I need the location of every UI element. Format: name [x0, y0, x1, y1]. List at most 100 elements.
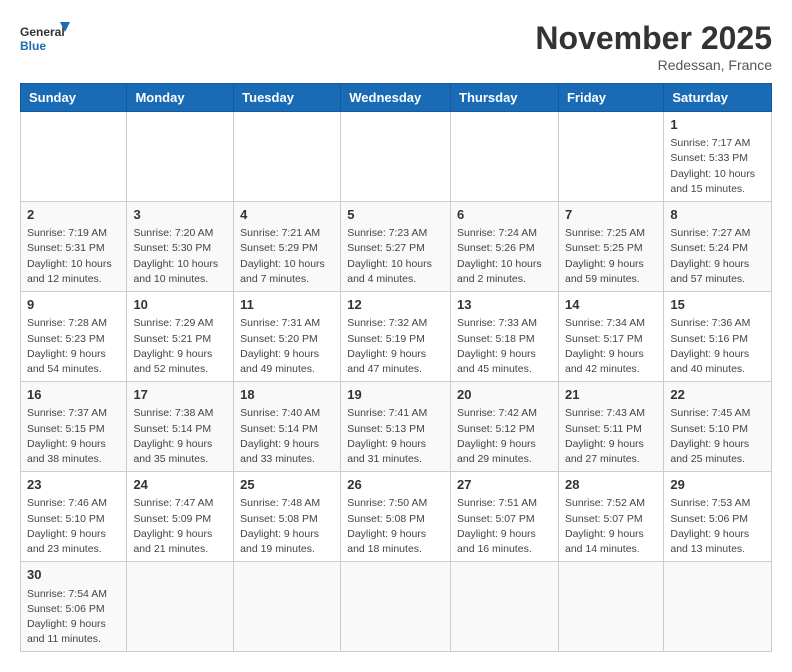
calendar-cell — [127, 112, 234, 202]
calendar-cell: 1Sunrise: 7:17 AM Sunset: 5:33 PM Daylig… — [664, 112, 772, 202]
day-number: 4 — [240, 206, 334, 224]
day-number: 11 — [240, 296, 334, 314]
calendar-cell: 29 Sunrise: 7:53 AM Sunset: 5:06 PM Dayli… — [664, 472, 772, 562]
day-number: 25 — [240, 476, 334, 494]
week-row-5: 23 Sunrise: 7:46 AM Sunset: 5:10 PM Dayli… — [21, 472, 772, 562]
day-info: Sunrise: 7:36 AM Sunset: 5:16 PM Dayligh… — [670, 316, 765, 377]
day-info: Sunrise: 7:25 AM Sunset: 5:25 PM Dayligh… — [565, 226, 657, 287]
day-info: Sunrise: 7:33 AM Sunset: 5:18 PM Dayligh… — [457, 316, 552, 377]
day-info: Sunrise: 7:31 AM Sunset: 5:20 PM Dayligh… — [240, 316, 334, 377]
week-row-1: 1Sunrise: 7:17 AM Sunset: 5:33 PM Daylig… — [21, 112, 772, 202]
calendar-cell: 11 Sunrise: 7:31 AM Sunset: 5:20 PM Dayli… — [234, 292, 341, 382]
day-info: Sunrise: 7:42 AM Sunset: 5:12 PM Dayligh… — [457, 406, 552, 467]
day-number: 27 — [457, 476, 552, 494]
location: Redessan, France — [535, 57, 772, 73]
calendar-cell: 5Sunrise: 7:23 AM Sunset: 5:27 PM Daylig… — [341, 202, 451, 292]
day-info: Sunrise: 7:48 AM Sunset: 5:08 PM Dayligh… — [240, 496, 334, 557]
page-header: General Blue November 2025 Redessan, Fra… — [20, 20, 772, 73]
day-info: Sunrise: 7:24 AM Sunset: 5:26 PM Dayligh… — [457, 226, 552, 287]
calendar-cell — [451, 562, 559, 652]
week-row-3: 9 Sunrise: 7:28 AM Sunset: 5:23 PM Daylig… — [21, 292, 772, 382]
calendar-cell: 25 Sunrise: 7:48 AM Sunset: 5:08 PM Dayli… — [234, 472, 341, 562]
svg-text:General: General — [20, 25, 65, 39]
day-number: 1 — [670, 116, 765, 134]
weekday-header-monday: Monday — [127, 84, 234, 112]
calendar-cell: 24Sunrise: 7:47 AM Sunset: 5:09 PM Dayli… — [127, 472, 234, 562]
calendar-cell: 17Sunrise: 7:38 AM Sunset: 5:14 PM Dayli… — [127, 382, 234, 472]
calendar-cell: 23 Sunrise: 7:46 AM Sunset: 5:10 PM Dayli… — [21, 472, 127, 562]
calendar-cell: 22Sunrise: 7:45 AM Sunset: 5:10 PM Dayli… — [664, 382, 772, 472]
calendar-cell: 21 Sunrise: 7:43 AM Sunset: 5:11 PM Dayli… — [558, 382, 663, 472]
calendar-table: SundayMondayTuesdayWednesdayThursdayFrid… — [20, 83, 772, 652]
weekday-header-friday: Friday — [558, 84, 663, 112]
month-title: November 2025 — [535, 20, 772, 57]
day-number: 17 — [133, 386, 227, 404]
calendar-cell: 19 Sunrise: 7:41 AM Sunset: 5:13 PM Dayli… — [341, 382, 451, 472]
calendar-cell: 27 Sunrise: 7:51 AM Sunset: 5:07 PM Dayli… — [451, 472, 559, 562]
calendar-cell: 14Sunrise: 7:34 AM Sunset: 5:17 PM Dayli… — [558, 292, 663, 382]
weekday-header-wednesday: Wednesday — [341, 84, 451, 112]
day-info: Sunrise: 7:40 AM Sunset: 5:14 PM Dayligh… — [240, 406, 334, 467]
week-row-2: 2Sunrise: 7:19 AM Sunset: 5:31 PM Daylig… — [21, 202, 772, 292]
week-row-4: 16 Sunrise: 7:37 AM Sunset: 5:15 PM Dayli… — [21, 382, 772, 472]
weekday-header-row: SundayMondayTuesdayWednesdayThursdayFrid… — [21, 84, 772, 112]
day-number: 30 — [27, 566, 120, 584]
calendar-cell: 13 Sunrise: 7:33 AM Sunset: 5:18 PM Dayli… — [451, 292, 559, 382]
week-row-6: 30 Sunrise: 7:54 AM Sunset: 5:06 PM Dayli… — [21, 562, 772, 652]
day-info: Sunrise: 7:21 AM Sunset: 5:29 PM Dayligh… — [240, 226, 334, 287]
day-info: Sunrise: 7:46 AM Sunset: 5:10 PM Dayligh… — [27, 496, 120, 557]
day-number: 6 — [457, 206, 552, 224]
calendar-cell: 20Sunrise: 7:42 AM Sunset: 5:12 PM Dayli… — [451, 382, 559, 472]
calendar-cell — [558, 112, 663, 202]
day-info: Sunrise: 7:52 AM Sunset: 5:07 PM Dayligh… — [565, 496, 657, 557]
day-number: 2 — [27, 206, 120, 224]
day-info: Sunrise: 7:37 AM Sunset: 5:15 PM Dayligh… — [27, 406, 120, 467]
calendar-cell: 3Sunrise: 7:20 AM Sunset: 5:30 PM Daylig… — [127, 202, 234, 292]
day-number: 18 — [240, 386, 334, 404]
day-number: 9 — [27, 296, 120, 314]
calendar-cell — [21, 112, 127, 202]
day-info: Sunrise: 7:45 AM Sunset: 5:10 PM Dayligh… — [670, 406, 765, 467]
day-number: 3 — [133, 206, 227, 224]
calendar-cell: 9 Sunrise: 7:28 AM Sunset: 5:23 PM Daylig… — [21, 292, 127, 382]
day-info: Sunrise: 7:32 AM Sunset: 5:19 PM Dayligh… — [347, 316, 444, 377]
svg-text:Blue: Blue — [20, 39, 46, 53]
day-info: Sunrise: 7:53 AM Sunset: 5:06 PM Dayligh… — [670, 496, 765, 557]
calendar-cell: 8Sunrise: 7:27 AM Sunset: 5:24 PM Daylig… — [664, 202, 772, 292]
calendar-cell: 10Sunrise: 7:29 AM Sunset: 5:21 PM Dayli… — [127, 292, 234, 382]
day-number: 29 — [670, 476, 765, 494]
logo: General Blue — [20, 20, 70, 62]
day-number: 7 — [565, 206, 657, 224]
weekday-header-saturday: Saturday — [664, 84, 772, 112]
day-info: Sunrise: 7:28 AM Sunset: 5:23 PM Dayligh… — [27, 316, 120, 377]
calendar-cell: 6 Sunrise: 7:24 AM Sunset: 5:26 PM Daylig… — [451, 202, 559, 292]
calendar-cell — [341, 562, 451, 652]
weekday-header-thursday: Thursday — [451, 84, 559, 112]
calendar-cell — [664, 562, 772, 652]
calendar-cell: 7 Sunrise: 7:25 AM Sunset: 5:25 PM Daylig… — [558, 202, 663, 292]
day-number: 26 — [347, 476, 444, 494]
logo-icon: General Blue — [20, 20, 70, 62]
day-number: 16 — [27, 386, 120, 404]
day-number: 15 — [670, 296, 765, 314]
day-info: Sunrise: 7:50 AM Sunset: 5:08 PM Dayligh… — [347, 496, 444, 557]
day-number: 5 — [347, 206, 444, 224]
calendar-cell — [451, 112, 559, 202]
weekday-header-sunday: Sunday — [21, 84, 127, 112]
day-number: 14 — [565, 296, 657, 314]
day-info: Sunrise: 7:43 AM Sunset: 5:11 PM Dayligh… — [565, 406, 657, 467]
day-info: Sunrise: 7:47 AM Sunset: 5:09 PM Dayligh… — [133, 496, 227, 557]
calendar-cell — [234, 112, 341, 202]
calendar-cell — [234, 562, 341, 652]
day-number: 12 — [347, 296, 444, 314]
day-info: Sunrise: 7:51 AM Sunset: 5:07 PM Dayligh… — [457, 496, 552, 557]
day-number: 21 — [565, 386, 657, 404]
day-info: Sunrise: 7:41 AM Sunset: 5:13 PM Dayligh… — [347, 406, 444, 467]
day-number: 19 — [347, 386, 444, 404]
day-number: 23 — [27, 476, 120, 494]
day-number: 10 — [133, 296, 227, 314]
calendar-cell — [127, 562, 234, 652]
day-info: Sunrise: 7:54 AM Sunset: 5:06 PM Dayligh… — [27, 587, 120, 648]
day-number: 13 — [457, 296, 552, 314]
calendar-cell: 28Sunrise: 7:52 AM Sunset: 5:07 PM Dayli… — [558, 472, 663, 562]
